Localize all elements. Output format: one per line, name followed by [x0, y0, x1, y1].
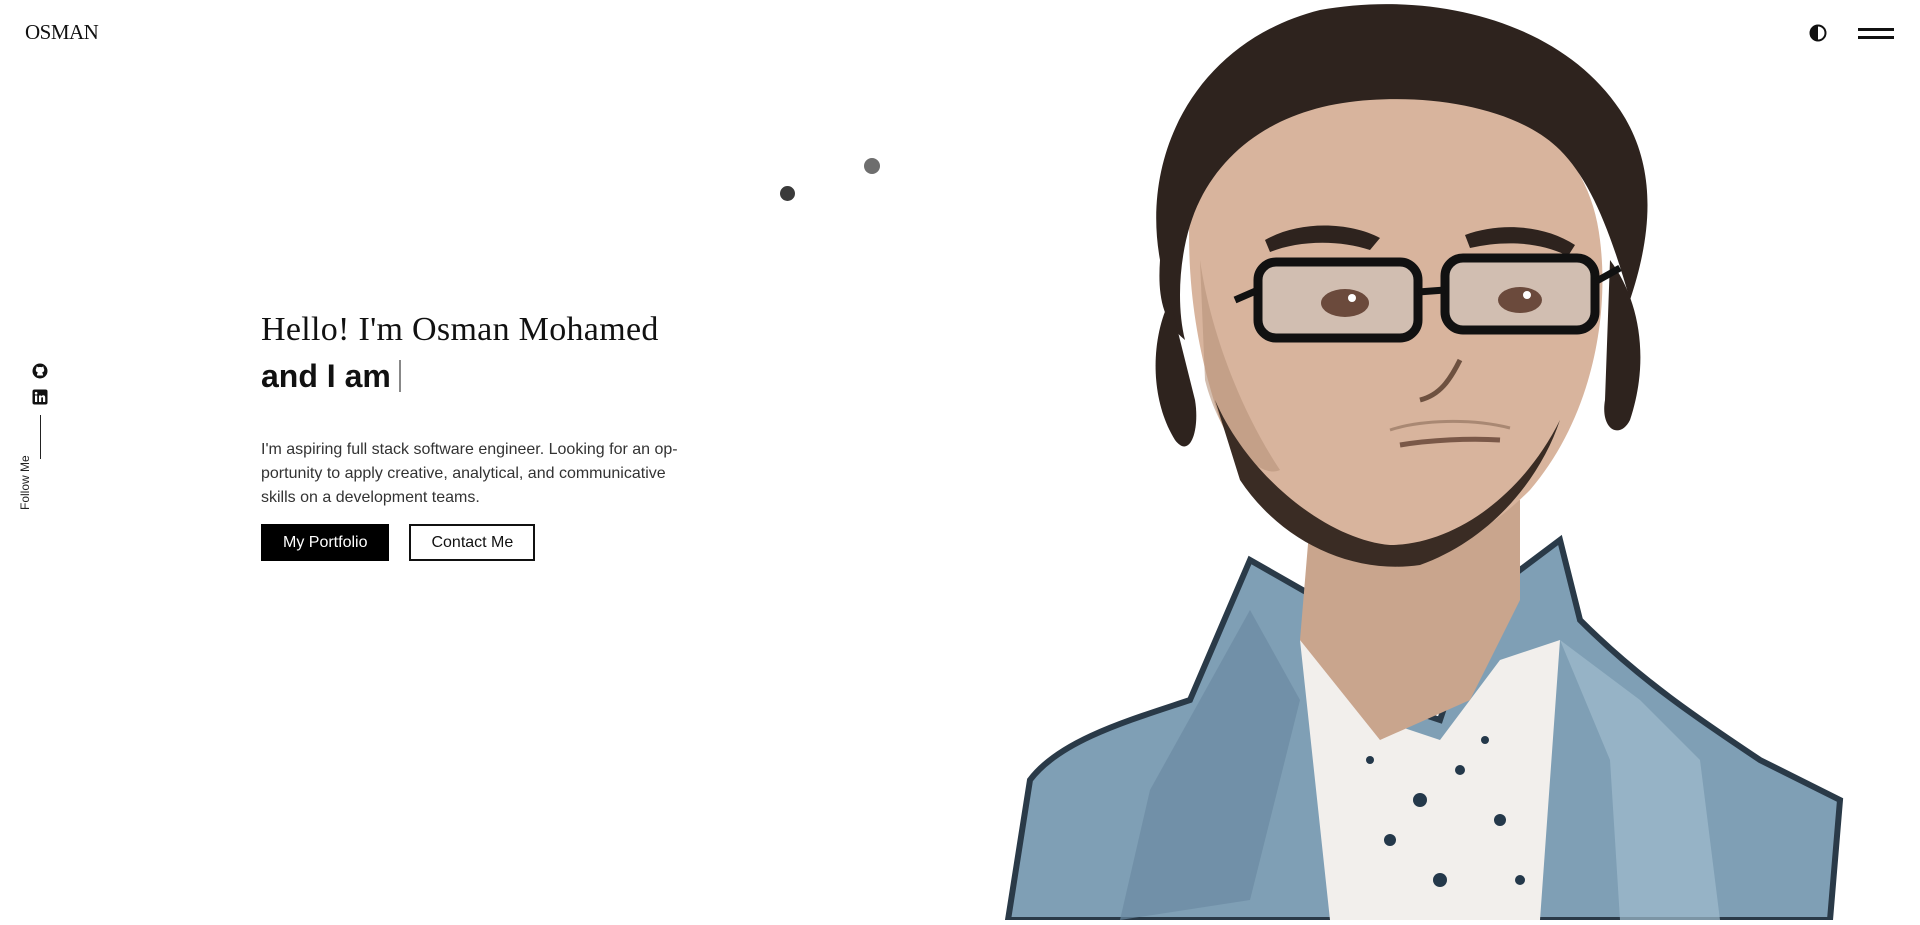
linkedin-icon[interactable]	[32, 389, 48, 405]
decorative-dot	[780, 186, 795, 201]
hamburger-menu-icon[interactable]	[1858, 26, 1894, 42]
decorative-dot	[864, 158, 880, 174]
hero-description: I'm aspiring full stack software enginee…	[261, 441, 678, 506]
my-portfolio-button[interactable]: My Portfolio	[261, 524, 390, 561]
hero-buttons: My Portfolio Contact Me	[261, 524, 721, 561]
follow-me-label: Follow Me	[18, 455, 32, 510]
typed-prefix: and I am	[261, 358, 391, 394]
site-logo[interactable]: OSMAN	[25, 20, 99, 45]
github-icon[interactable]	[32, 363, 48, 379]
contact-me-button[interactable]: Contact Me	[409, 524, 536, 561]
typed-headline: and I am	[261, 356, 721, 396]
typing-caret	[398, 360, 401, 392]
portrait-illustration	[1000, 0, 1860, 923]
hero-section: Hello! I'm Osman Mohamed and I am I'm as…	[261, 308, 721, 561]
hero-greeting: Hello! I'm Osman Mohamed	[261, 311, 659, 348]
social-divider-line	[39, 415, 41, 459]
